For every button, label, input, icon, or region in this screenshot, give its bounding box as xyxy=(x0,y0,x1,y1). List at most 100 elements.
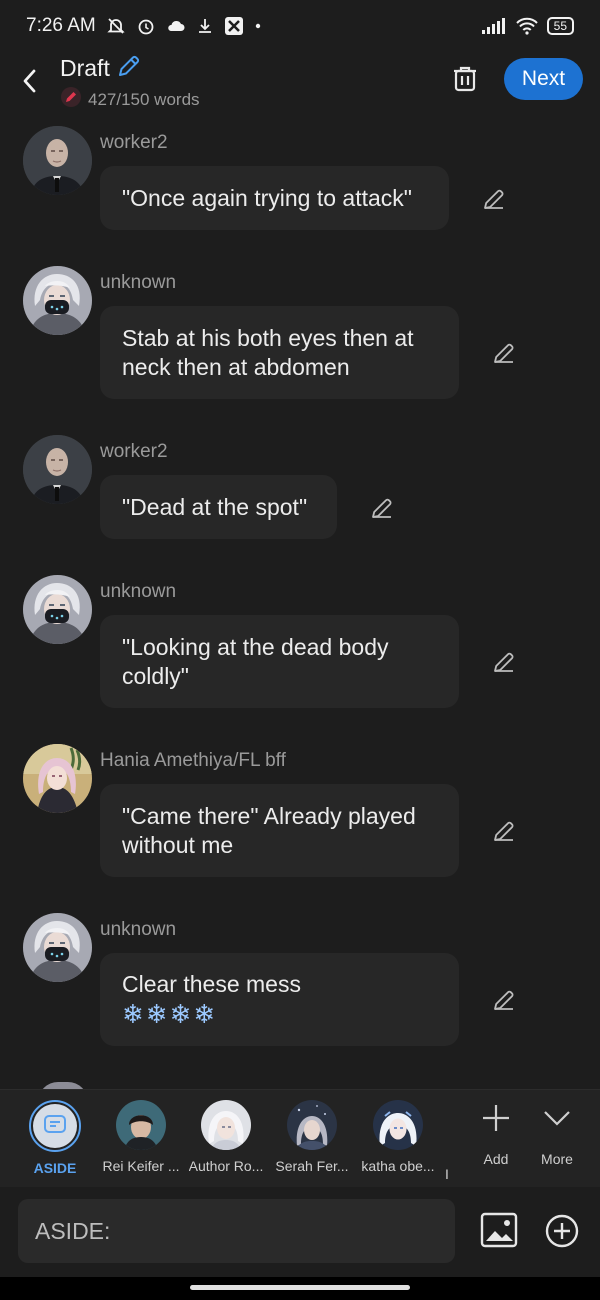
avatar xyxy=(116,1100,166,1150)
dot-icon xyxy=(254,22,262,30)
more-button[interactable]: More xyxy=(527,1102,587,1167)
avatar-unknown[interactable] xyxy=(23,913,92,982)
cloud-icon xyxy=(166,18,186,34)
edit-message-button[interactable] xyxy=(491,987,517,1018)
status-time: 7:26 AM xyxy=(26,15,96,36)
aside-avatar-inner xyxy=(33,1104,77,1148)
status-left: 7:26 AM xyxy=(26,15,262,37)
chevron-down-icon xyxy=(541,1102,573,1139)
message-bubble[interactable]: "Once again trying to attack" xyxy=(100,166,449,230)
status-bar: 7:26 AM 55 xyxy=(0,0,600,52)
chat-list[interactable]: worker2 "Once again trying to attack" un… xyxy=(0,114,600,1089)
message-bubble[interactable]: Clear these mess ❄❄❄❄ xyxy=(100,953,459,1046)
word-count: 427/150 words xyxy=(88,89,200,109)
character-name-truncated[interactable]: I xyxy=(445,1166,449,1182)
character-name: katha obe... xyxy=(361,1158,435,1174)
back-button[interactable] xyxy=(0,67,60,100)
delete-button[interactable] xyxy=(448,62,482,101)
avatar-partial xyxy=(38,1082,88,1089)
edit-icon xyxy=(481,189,507,216)
edit-icon xyxy=(491,821,517,848)
avatar-unknown[interactable] xyxy=(23,575,92,644)
silent-bell-icon xyxy=(106,16,126,36)
character-rei[interactable]: Rei Keifer ... xyxy=(96,1100,186,1174)
back-arrow-icon xyxy=(19,67,41,100)
character-serah[interactable]: Serah Fer... xyxy=(267,1100,357,1174)
character-name: ASIDE xyxy=(33,1160,77,1176)
message-text: "Dead at the spot" xyxy=(122,493,308,520)
message-bubble[interactable]: "Came there" Already played without me xyxy=(100,784,459,877)
message-text-line: without me xyxy=(122,831,234,858)
message-text: "Once again trying to attack" xyxy=(122,184,412,211)
battery-level: 55 xyxy=(553,19,567,33)
word-count-row: 427/150 words xyxy=(60,86,200,113)
character-name: Rei Keifer ... xyxy=(102,1158,180,1174)
aside-avatar xyxy=(29,1100,81,1152)
more-label: More xyxy=(541,1151,573,1167)
character-author[interactable]: Author Ro... xyxy=(181,1100,271,1174)
character-katha[interactable]: katha obe... xyxy=(353,1100,443,1174)
edit-message-button[interactable] xyxy=(481,186,507,217)
alarm-icon xyxy=(136,16,156,36)
avatar xyxy=(373,1100,423,1150)
message-text-line: Clear these mess xyxy=(122,971,301,997)
message-sender: Hania Amethiya/FL bff xyxy=(100,750,286,771)
message-text-line: Stab at his both eyes then at xyxy=(122,324,414,351)
message-bubble[interactable]: "Looking at the dead body coldly" xyxy=(100,615,459,708)
wifi-icon xyxy=(515,17,539,35)
message-sender: unknown xyxy=(100,919,177,940)
message-input[interactable]: ASIDE: xyxy=(18,1199,455,1263)
image-button[interactable] xyxy=(480,1212,518,1253)
message-sender: unknown xyxy=(100,272,177,293)
message-text-line: coldly" xyxy=(122,662,189,689)
message-text-line: "Came there" Already played xyxy=(122,802,416,829)
system-nav-bar xyxy=(0,1277,600,1300)
edit-icon xyxy=(491,990,517,1017)
plus-circle-icon xyxy=(545,1214,579,1252)
input-bar: ASIDE: xyxy=(0,1187,600,1277)
add-character-button[interactable]: Add xyxy=(466,1102,526,1167)
title-row[interactable]: Draft xyxy=(60,53,200,84)
edit-icon xyxy=(491,343,517,370)
message-sender: worker2 xyxy=(100,132,168,153)
battery-icon: 55 xyxy=(546,17,574,35)
edit-message-button[interactable] xyxy=(491,649,517,680)
avatar xyxy=(287,1100,337,1150)
red-pen-icon xyxy=(60,86,82,113)
pencil-icon[interactable] xyxy=(116,53,142,84)
signal-icon xyxy=(481,17,507,35)
download-icon xyxy=(196,17,214,35)
edit-icon xyxy=(491,652,517,679)
message-bubble[interactable]: Stab at his both eyes then at neck then … xyxy=(100,306,459,399)
character-bar[interactable]: ASIDE Rei Keifer ... Author Ro... Serah … xyxy=(0,1089,600,1187)
add-button[interactable] xyxy=(545,1214,579,1253)
avatar xyxy=(201,1100,251,1150)
edit-icon xyxy=(369,498,395,525)
next-button[interactable]: Next xyxy=(504,58,583,100)
character-name: Author Ro... xyxy=(188,1158,264,1174)
top-bar: Draft 427/150 words Next xyxy=(0,52,600,114)
app-icon xyxy=(224,16,244,36)
message-text-line: "Looking at the dead body xyxy=(122,633,389,660)
character-aside[interactable]: ASIDE xyxy=(10,1100,100,1176)
message-text-line: neck then at abdomen xyxy=(122,353,350,380)
message-bubble[interactable]: "Dead at the spot" xyxy=(100,475,337,539)
edit-message-button[interactable] xyxy=(491,818,517,849)
aside-icon xyxy=(43,1114,67,1139)
edit-message-button[interactable] xyxy=(491,340,517,371)
avatar-hania[interactable] xyxy=(23,744,92,813)
plus-icon xyxy=(480,1102,512,1139)
character-name: Serah Fer... xyxy=(275,1158,349,1174)
message-sender: worker2 xyxy=(100,441,168,462)
avatar-worker2[interactable] xyxy=(23,126,92,195)
snowflake-emoji: ❄❄❄❄ xyxy=(122,999,218,1029)
avatar-worker2[interactable] xyxy=(23,435,92,504)
edit-message-button[interactable] xyxy=(369,495,395,526)
image-icon xyxy=(480,1212,518,1252)
title-block: Draft 427/150 words xyxy=(60,53,200,113)
avatar-unknown[interactable] xyxy=(23,266,92,335)
status-right: 55 xyxy=(481,17,574,35)
message-sender: unknown xyxy=(100,581,177,602)
home-indicator[interactable] xyxy=(190,1285,410,1290)
trash-icon xyxy=(448,66,482,100)
